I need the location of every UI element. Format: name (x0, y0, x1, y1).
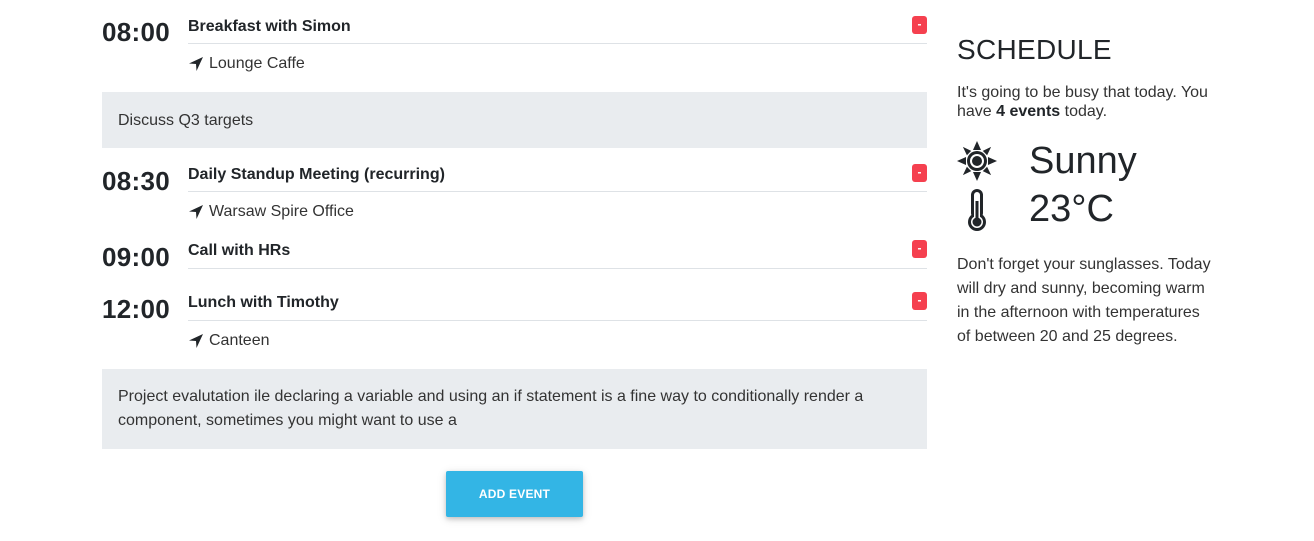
event-location-label: Warsaw Spire Office (209, 203, 354, 220)
summary-text-after: today. (1060, 103, 1108, 120)
event-note: Discuss Q3 targets (102, 92, 927, 148)
location-arrow-icon (189, 334, 203, 348)
event-title: Breakfast with Simon (188, 18, 351, 35)
schedule-sidebar: SCHEDULE It's going to be busy that toda… (957, 34, 1217, 349)
event-title: Daily Standup Meeting (recurring) (188, 166, 445, 183)
event-note: Project evalutation ile declaring a vari… (102, 369, 927, 449)
event-time: 09:00 (102, 242, 170, 272)
temperature: 23°C (1029, 187, 1114, 230)
thermometer-icon (957, 187, 1029, 231)
weather-condition: Sunny (1029, 139, 1137, 182)
event-location: Lounge Caffe (188, 55, 305, 73)
weather-forecast: Don't forget your sunglasses. Today will… (957, 256, 1211, 345)
event-divider (188, 43, 927, 44)
event-time: 08:30 (102, 166, 170, 196)
event-location: Warsaw Spire Office (188, 203, 354, 221)
event-divider (188, 320, 927, 321)
event-location-label: Lounge Caffe (209, 55, 305, 72)
location-arrow-icon (189, 205, 203, 219)
sun-icon (957, 141, 1029, 181)
delete-event-button[interactable]: - (912, 164, 927, 182)
location-arrow-icon (189, 57, 203, 71)
add-event-button[interactable]: ADD EVENT (446, 471, 583, 517)
delete-event-button[interactable]: - (912, 292, 927, 310)
weather-condition-row: Sunny (957, 137, 1217, 185)
event-time: 08:00 (102, 17, 170, 47)
event-location-label: Canteen (209, 332, 270, 349)
sidebar-title: SCHEDULE (957, 34, 1112, 65)
event-location: Canteen (188, 332, 270, 350)
event-title: Lunch with Timothy (188, 294, 339, 311)
event-count: 4 events (996, 103, 1061, 120)
schedule-page: 08:00 Breakfast with Simon - Lounge Caff… (0, 0, 1314, 541)
schedule-summary: It's going to be busy that today. You ha… (957, 83, 1217, 121)
temperature-row: 23°C (957, 185, 1217, 233)
delete-event-button[interactable]: - (912, 16, 927, 34)
delete-event-button[interactable]: - (912, 240, 927, 258)
event-title: Call with HRs (188, 242, 291, 259)
event-time: 12:00 (102, 294, 170, 324)
weather-panel: Sunny 23°C (957, 137, 1217, 233)
event-divider (188, 268, 927, 269)
event-divider (188, 191, 927, 192)
